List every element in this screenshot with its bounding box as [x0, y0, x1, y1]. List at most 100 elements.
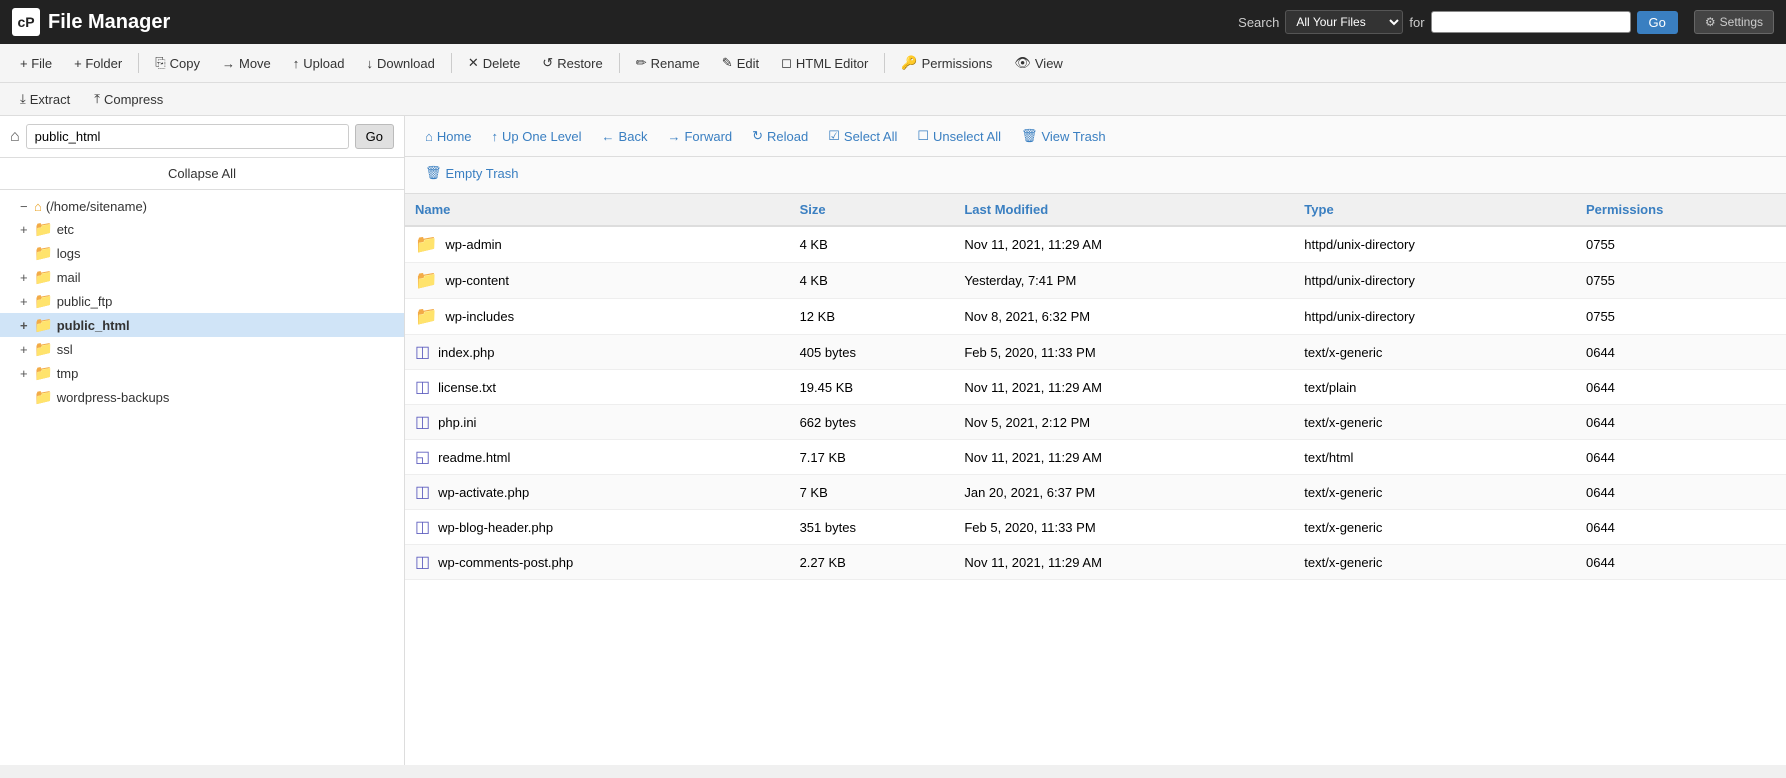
home-nav-button[interactable]: ⌂ Home: [417, 125, 480, 148]
table-row[interactable]: 📁 wp-admin 4 KB Nov 11, 2021, 11:29 AM h…: [405, 226, 1786, 263]
collapse-all-button[interactable]: Collapse All: [0, 158, 404, 190]
download-button[interactable]: ↓ Download: [356, 51, 444, 76]
cell-type: text/plain: [1294, 370, 1576, 405]
cell-permissions: 0644: [1576, 370, 1786, 405]
home-path-icon[interactable]: ⌂: [10, 128, 20, 146]
search-go-button[interactable]: Go: [1637, 11, 1678, 34]
tree-item-mail[interactable]: + 📁 mail: [0, 265, 404, 289]
search-input[interactable]: [1431, 11, 1631, 33]
file-nav-row1: ⌂ Home ↑ Up One Level ← Back → Forward ↻…: [405, 116, 1786, 157]
cell-size: 351 bytes: [790, 510, 955, 545]
table-row[interactable]: 📁 wp-content 4 KB Yesterday, 7:41 PM htt…: [405, 263, 1786, 299]
tree-toggle-public-ftp[interactable]: +: [20, 294, 34, 309]
path-go-button[interactable]: Go: [355, 124, 394, 149]
search-area: Search All Your Files Public HTML Home D…: [1238, 10, 1774, 34]
select-all-button[interactable]: ☑ Select All: [820, 124, 905, 148]
tree-item-public-ftp[interactable]: + 📁 public_ftp: [0, 289, 404, 313]
new-file-button[interactable]: + File: [10, 51, 62, 76]
file-name: wp-comments-post.php: [438, 555, 573, 570]
col-permissions[interactable]: Permissions: [1576, 194, 1786, 226]
tree-toggle-tmp[interactable]: +: [20, 366, 34, 381]
cell-size: 12 KB: [790, 299, 955, 335]
search-scope-select[interactable]: All Your Files Public HTML Home Director…: [1285, 10, 1403, 34]
file-table: Name Size Last Modified Type Permissions…: [405, 194, 1786, 580]
col-type[interactable]: Type: [1294, 194, 1576, 226]
select-all-icon: ☑: [828, 128, 840, 144]
cell-permissions: 0644: [1576, 335, 1786, 370]
folder-file-icon: 📁: [415, 234, 437, 255]
toolbar-separator-3: [619, 53, 620, 73]
tree-toggle-wp-backups: [20, 390, 34, 405]
tree-item-etc[interactable]: + 📁 etc: [0, 217, 404, 241]
view-trash-icon: 🗑: [1021, 128, 1038, 144]
extract-button[interactable]: ⤓ Extract: [10, 87, 80, 111]
reload-icon: ↻: [752, 128, 763, 144]
folder-icon-public-ftp: 📁: [34, 292, 53, 310]
tree-toggle-etc[interactable]: +: [20, 222, 34, 237]
cell-modified: Nov 11, 2021, 11:29 AM: [954, 440, 1294, 475]
table-row[interactable]: ◫ php.ini 662 bytes Nov 5, 2021, 2:12 PM…: [405, 405, 1786, 440]
reload-button[interactable]: ↻ Reload: [744, 124, 816, 148]
table-row[interactable]: ◫ index.php 405 bytes Feb 5, 2020, 11:33…: [405, 335, 1786, 370]
tree-toggle-mail[interactable]: +: [20, 270, 34, 285]
cell-modified: Nov 11, 2021, 11:29 AM: [954, 226, 1294, 263]
cell-type: httpd/unix-directory: [1294, 299, 1576, 335]
table-row[interactable]: ◫ wp-blog-header.php 351 bytes Feb 5, 20…: [405, 510, 1786, 545]
tree-item-home[interactable]: − ⌂ (/home/sitename): [0, 196, 404, 217]
tree-item-public-html[interactable]: + 📁 public_html: [0, 313, 404, 337]
cell-size: 662 bytes: [790, 405, 955, 440]
permissions-button[interactable]: 🔑 Permissions: [891, 50, 1002, 76]
table-row[interactable]: ◫ license.txt 19.45 KB Nov 11, 2021, 11:…: [405, 370, 1786, 405]
tree-toggle-ssl[interactable]: +: [20, 342, 34, 357]
generic-file-icon: ◫: [415, 377, 430, 397]
edit-button[interactable]: ✎ Edit: [712, 50, 769, 76]
tree-label-ssl: ssl: [57, 342, 73, 357]
col-size[interactable]: Size: [790, 194, 955, 226]
tree-toggle-home[interactable]: −: [20, 199, 34, 214]
folder-icon-mail: 📁: [34, 268, 53, 286]
search-label: Search: [1238, 15, 1279, 30]
table-row[interactable]: ◫ wp-activate.php 7 KB Jan 20, 2021, 6:3…: [405, 475, 1786, 510]
folder-icon-tmp: 📁: [34, 364, 53, 382]
cell-name: ◫ wp-blog-header.php: [405, 510, 790, 545]
back-button[interactable]: ← Back: [594, 125, 656, 148]
delete-icon: ✕: [468, 55, 479, 71]
folder-icon-wp-backups: 📁: [34, 388, 53, 406]
upload-icon: ↑: [293, 56, 300, 71]
cell-permissions: 0644: [1576, 405, 1786, 440]
copy-button[interactable]: ⎘ Copy: [145, 50, 210, 76]
tree-item-ssl[interactable]: + 📁 ssl: [0, 337, 404, 361]
tree-label-public-ftp: public_ftp: [57, 294, 113, 309]
up-one-level-button[interactable]: ↑ Up One Level: [484, 125, 590, 148]
tree-item-tmp[interactable]: + 📁 tmp: [0, 361, 404, 385]
table-row[interactable]: 📁 wp-includes 12 KB Nov 8, 2021, 6:32 PM…: [405, 299, 1786, 335]
col-modified[interactable]: Last Modified: [954, 194, 1294, 226]
move-button[interactable]: → Move: [212, 51, 281, 76]
view-trash-button[interactable]: 🗑 View Trash: [1013, 124, 1114, 148]
path-input[interactable]: [26, 124, 349, 149]
tree-item-wordpress-backups[interactable]: 📁 wordpress-backups: [0, 385, 404, 409]
tree-item-logs[interactable]: 📁 logs: [0, 241, 404, 265]
delete-button[interactable]: ✕ Delete: [458, 50, 530, 76]
back-icon: ←: [602, 129, 615, 144]
path-bar: ⌂ Go: [0, 116, 404, 158]
unselect-all-button[interactable]: ☐ Unselect All: [909, 124, 1009, 148]
compress-button[interactable]: ⤒ Compress: [84, 87, 173, 111]
forward-button[interactable]: → Forward: [659, 125, 740, 148]
html-editor-button[interactable]: ◻ HTML Editor: [771, 50, 878, 76]
empty-trash-button[interactable]: 🗑 Empty Trash: [417, 161, 526, 185]
tree-toggle-public-html[interactable]: +: [20, 318, 34, 333]
rename-button[interactable]: ✏ Rename: [626, 50, 710, 76]
cell-size: 19.45 KB: [790, 370, 955, 405]
new-folder-button[interactable]: + Folder: [64, 51, 132, 76]
col-name[interactable]: Name: [405, 194, 790, 226]
cell-permissions: 0755: [1576, 263, 1786, 299]
settings-button[interactable]: ⚙ Settings: [1694, 10, 1774, 34]
upload-button[interactable]: ↑ Upload: [283, 51, 355, 76]
table-row[interactable]: ◫ wp-comments-post.php 2.27 KB Nov 11, 2…: [405, 545, 1786, 580]
restore-button[interactable]: ↺ Restore: [532, 50, 612, 76]
move-icon: →: [222, 56, 235, 71]
view-button[interactable]: 👁 View: [1004, 50, 1072, 76]
home-nav-icon: ⌂: [425, 129, 433, 144]
table-row[interactable]: ◱ readme.html 7.17 KB Nov 11, 2021, 11:2…: [405, 440, 1786, 475]
